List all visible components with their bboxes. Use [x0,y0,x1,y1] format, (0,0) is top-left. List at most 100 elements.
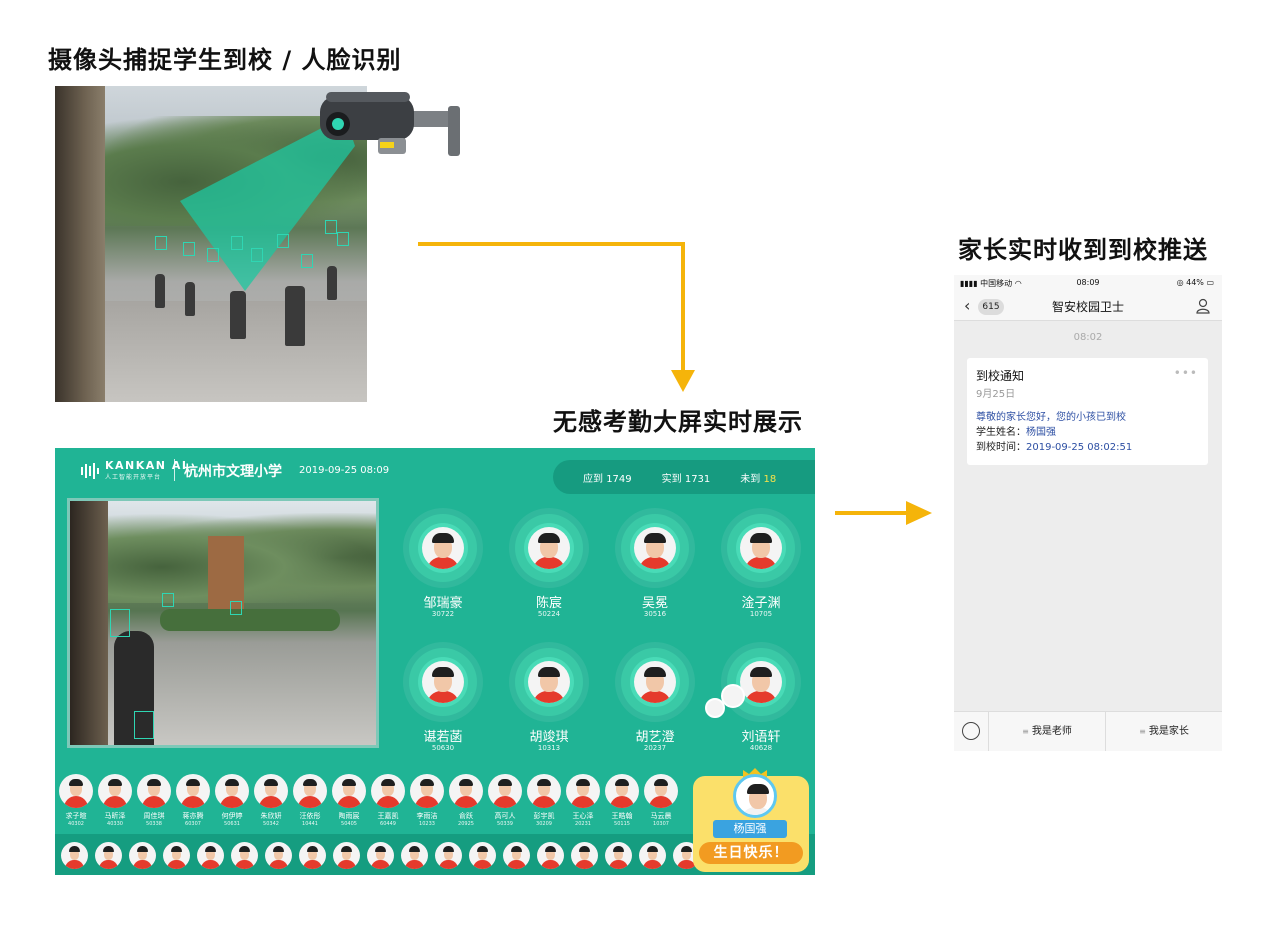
student-id: 30722 [431,610,455,618]
status-bar: ▮▮▮▮ 中国移动 ◠ 08:09 ◎ 44% ▭ [954,275,1222,291]
student-avatar: 王心泽 20231 [566,774,600,827]
chat-title: 智安校园卫士 [1051,300,1124,314]
student-avatar [401,842,428,869]
face-detection-box [207,248,219,262]
student-avatar [469,842,496,869]
birthday-name: 杨国强 [713,820,787,838]
student-avatar [231,842,258,869]
security-camera-icon [320,92,460,156]
student-avatar: 俞跃 20925 [449,774,483,827]
face-detection-box [162,593,174,607]
student-name: 淦子渊 [741,596,781,611]
profile-icon[interactable] [1196,298,1210,314]
stat-expected: 应到 1749 [583,473,632,485]
menu-parent[interactable]: ≡ 我是家长 [1105,712,1222,751]
face-detection-box [230,601,242,615]
phone-screen: ▮▮▮▮ 中国移动 ◠ 08:09 ◎ 44% ▭ ‹ 615 智安校园卫士 0… [954,275,1222,751]
card-date: 9月25日 [976,389,1016,400]
face-detection-box [325,220,337,234]
student-avatar [435,842,462,869]
student-avatar [299,842,326,869]
camera-heading: 摄像头捕捉学生到校 / 人脸识别 [48,46,402,74]
student-avatar: 朱欣妍 50342 [254,774,288,827]
student-id: 10705 [749,610,773,618]
student-avatar [333,842,360,869]
student-avatar: 李雨洁 10233 [410,774,444,827]
keyboard-icon[interactable] [962,722,980,740]
student-id: 40628 [749,744,773,752]
student-avatar: 高可人 50339 [488,774,522,827]
menu-teacher[interactable]: ≡ 我是老师 [988,712,1105,751]
hedge [160,609,340,631]
featured-student: 吴冕 30516 [605,514,705,634]
student-avatar: 马云晨 10307 [644,774,678,827]
student-photo [528,527,570,569]
birthday-message: 生日快乐！ [699,842,803,864]
birthday-avatar [733,774,777,818]
student-name: 陈宸 [535,596,562,611]
student-name: 谌若菡 [423,730,463,745]
student-avatar: 马昕泽 40330 [98,774,132,827]
student-avatar: 蒋亦腾 60307 [176,774,210,827]
student-photo [422,527,464,569]
chat-header: ‹ 615 智安校园卫士 [954,291,1222,321]
face-detection-box [183,242,195,256]
student-id: 20237 [643,744,667,752]
birthday-badge: 杨国强 生日快乐！ [685,768,815,875]
arrival-notification-card[interactable]: 到校通知 9月25日 ••• 尊敬的家长您好，您的小孩已到校 学生姓名：杨国强 … [967,358,1208,465]
mini-avatar [721,684,745,708]
parent-heading: 家长实时收到到校推送 [958,236,1208,264]
brand-name: KANKAN AI [105,459,188,472]
attendance-bigscreen: KANKAN AI 人工智能开放平台 杭州市文理小学 2019-09-25 08… [55,448,815,875]
student-name: 邹瑞豪 [423,596,463,611]
featured-student: 陈宸 50224 [499,514,599,634]
student-avatar [571,842,598,869]
card-title: 到校通知 [976,369,1025,383]
student-avatar: 王皓翰 50115 [605,774,639,827]
face-detection-box [251,248,263,262]
student-photo [422,661,464,703]
student-avatar [61,842,88,869]
student-avatar: 王嘉凯 60449 [371,774,405,827]
message-timestamp: 08:02 [1073,332,1103,343]
student-avatar: 汪依彤 10441 [293,774,327,827]
student-photo [528,661,570,703]
face-detection-box [134,711,154,739]
student-avatar [163,842,190,869]
featured-student: 胡竣琪 10313 [499,648,599,768]
bigscreen-heading: 无感考勤大屏实时展示 [553,408,803,436]
kankan-logo: KANKAN AI 人工智能开放平台 [81,460,187,481]
more-icon[interactable]: ••• [1174,366,1198,380]
student-photo [740,527,782,569]
logo-icon [81,462,99,479]
student-id: 10313 [537,744,561,752]
face-detection-box [231,236,243,250]
attendance-stats: 应到 1749 实到 1731 未到 18 [553,460,815,494]
chat-menu-bar: ≡ 我是老师 ≡ 我是家长 [954,711,1222,751]
menu-icon: ≡ [1139,727,1146,736]
student-photo [740,661,782,703]
student-avatar [367,842,394,869]
student-avatar [503,842,530,869]
screen-datetime: 2019-09-25 08:09 [299,465,390,476]
face-detection-box [277,234,289,248]
incoming-avatars [705,684,745,718]
status-right: ◎ 44% ▭ [1176,278,1214,287]
student-avatar [95,842,122,869]
student-avatar: 彭宇凯 30209 [527,774,561,827]
wall [70,501,108,745]
card-arrival-time: 到校时间：2019-09-25 08:02:51 [976,442,1133,453]
student-id: 50630 [431,744,455,752]
student-name: 刘语轩 [741,730,781,745]
student-name: 胡艺澄 [635,730,675,745]
face-detection-box [110,609,130,637]
stat-actual: 实到 1731 [661,473,711,485]
student-avatar [129,842,156,869]
student-id: 30516 [643,610,667,618]
student-avatar: 陶雨宸 50405 [332,774,366,827]
student-name: 吴冕 [641,596,668,611]
stat-absent: 未到 18 [740,473,777,485]
student-avatar: 周佳琪 50338 [137,774,171,827]
live-video-feed [67,498,379,748]
face-detection-box [301,254,313,268]
